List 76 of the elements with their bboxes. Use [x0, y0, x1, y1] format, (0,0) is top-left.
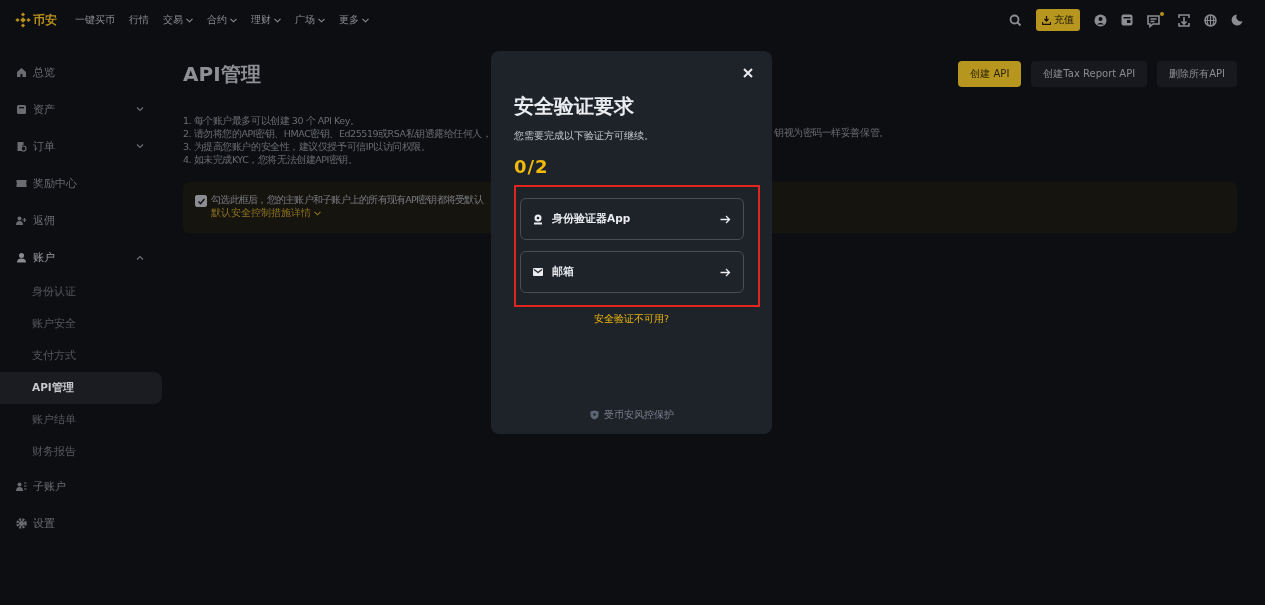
modal-subtitle: 您需要完成以下验证方可继续。	[514, 129, 655, 143]
close-icon[interactable]	[743, 68, 753, 78]
details-link[interactable]: 默认安全控制措施详情	[211, 207, 311, 220]
moon-icon[interactable]	[1231, 14, 1243, 26]
download-icon[interactable]	[1178, 13, 1190, 27]
sidebar-label: 订单	[33, 139, 56, 154]
chevron-down-icon[interactable]	[274, 17, 281, 23]
chevron-up-icon[interactable]	[136, 255, 144, 260]
sidebar-item[interactable]: 设置	[0, 505, 162, 542]
gear-icon	[16, 518, 27, 529]
modal-title: 安全验证要求	[514, 93, 635, 120]
note-text: 4. 如未完成KYC，您将无法创建API密钥。	[183, 153, 358, 166]
globe-icon[interactable]	[1204, 13, 1217, 27]
verification-option[interactable]: 身份验证器App	[520, 198, 744, 240]
nav-link[interactable]: 理财	[251, 13, 271, 27]
notice-text: 勾选此框后，您的主账户和子账户上的所有现有API密钥都将受默认	[211, 194, 483, 207]
sidebar-label: 返佣	[33, 213, 56, 228]
chevron-down-icon	[314, 211, 321, 216]
nav-link[interactable]: 行情	[129, 13, 149, 27]
nav-link[interactable]: 广场	[295, 13, 315, 27]
nav-link[interactable]: 合约	[207, 13, 227, 27]
shield-icon	[589, 410, 599, 420]
action-button[interactable]: 创建 API	[958, 61, 1022, 87]
chevron-down-icon[interactable]	[186, 17, 193, 23]
action-button[interactable]: 创建Tax Report API	[1031, 61, 1148, 87]
footer-text: 受币安风控保护	[603, 408, 674, 422]
sidebar-label: 设置	[33, 516, 56, 531]
sidebar-label: 账户	[33, 250, 56, 265]
unavailable-link[interactable]: 安全验证不可用?	[593, 313, 669, 326]
verification-option[interactable]: 邮箱	[520, 251, 744, 293]
chevron-down-icon[interactable]	[136, 107, 144, 112]
sidebar-item[interactable]: 奖励中心	[0, 165, 162, 202]
user-plus-icon	[16, 215, 27, 226]
action-button[interactable]: 删除所有API	[1157, 61, 1237, 87]
sidebar-subitem[interactable]: API管理	[0, 372, 162, 404]
home-icon	[16, 67, 27, 78]
sidebar-item[interactable]: 返佣	[0, 202, 162, 239]
ticket-icon	[16, 178, 27, 189]
sidebar-label: 子账户	[33, 479, 67, 494]
logo-icon	[15, 12, 31, 28]
note-text: 3. 为提高您账户的安全性，建议仅授予可信IP以访问权限。	[183, 140, 431, 153]
wallet-icon	[16, 104, 27, 115]
nav-link[interactable]: 更多	[339, 13, 359, 27]
sidebar-item[interactable]: 资产	[0, 91, 162, 128]
user-icon	[16, 252, 27, 263]
message-icon[interactable]	[1147, 12, 1163, 28]
arrow-right-icon	[720, 214, 731, 224]
logo-text[interactable]: 币安	[33, 11, 57, 29]
note-text: 2. 请勿将您的API密钥、HMAC密钥、Ed25519或RSA私钥透露给任何人，	[183, 127, 492, 140]
chevron-down-icon[interactable]	[318, 17, 325, 23]
nav-link[interactable]: 交易	[163, 13, 183, 27]
chevron-down-icon[interactable]	[362, 17, 369, 23]
user-icon[interactable]	[1094, 13, 1107, 27]
page-title: API管理	[183, 60, 261, 88]
sidebar-item[interactable]: 总览	[0, 54, 162, 91]
search-icon[interactable]	[1009, 13, 1022, 27]
arrow-right-icon	[720, 267, 731, 277]
sidebar-item[interactable]: 子账户	[0, 468, 162, 505]
checkbox[interactable]	[195, 195, 207, 207]
authenticator-icon	[533, 213, 543, 225]
download-icon	[1042, 15, 1051, 25]
deposit-button[interactable]: 充值	[1036, 9, 1080, 31]
nav-link[interactable]: 一键买币	[75, 13, 115, 27]
document-icon	[16, 141, 27, 152]
users-icon	[16, 481, 27, 492]
wallet-icon[interactable]	[1121, 14, 1133, 26]
sidebar-item[interactable]: 账户	[0, 239, 162, 276]
sidebar-label: 总览	[33, 65, 56, 80]
sidebar-item[interactable]: 订单	[0, 128, 162, 165]
sidebar-label: 资产	[33, 102, 56, 117]
envelope-icon	[533, 268, 543, 276]
sidebar-label: 奖励中心	[33, 176, 78, 191]
chevron-down-icon[interactable]	[230, 17, 237, 23]
note-text: 1. 每个账户最多可以创建 30 个 API Key。	[183, 114, 360, 127]
progress-count: 0/2	[514, 156, 550, 177]
chevron-down-icon[interactable]	[136, 144, 144, 149]
